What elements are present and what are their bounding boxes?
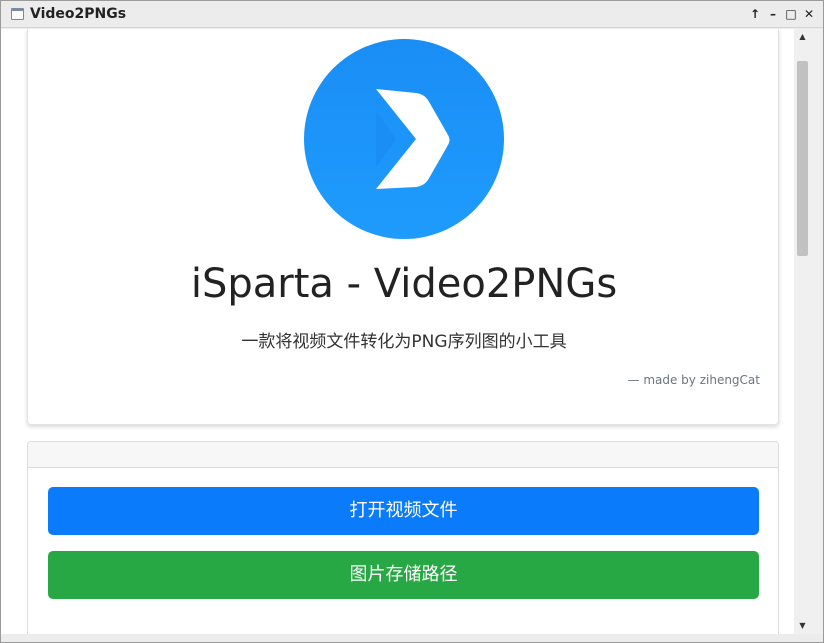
maximize-icon[interactable]: □	[785, 7, 797, 21]
app-logo	[304, 39, 504, 239]
app-window: Video2PNGs ↑ – □ ✕ iSparta - Video2PNGs …	[0, 0, 824, 643]
keep-above-icon[interactable]: ↑	[749, 7, 761, 21]
minimize-icon[interactable]: –	[767, 7, 779, 21]
actions-card: 打开视频文件 图片存储路径	[27, 441, 779, 634]
scroll-thumb[interactable]	[797, 61, 808, 256]
vertical-scrollbar[interactable]: ▲ ▼	[794, 29, 823, 634]
open-video-button[interactable]: 打开视频文件	[48, 487, 759, 535]
app-subtitle: 一款将视频文件转化为PNG序列图的小工具	[241, 332, 567, 352]
save-path-button[interactable]: 图片存储路径	[48, 551, 759, 599]
app-title: iSparta - Video2PNGs	[190, 261, 618, 307]
content-viewport: iSparta - Video2PNGs 一款将视频文件转化为PNG序列图的小工…	[1, 29, 794, 634]
chevron-play-icon	[376, 89, 450, 189]
scroll-down-icon[interactable]: ▼	[794, 618, 811, 634]
window-controls: ↑ – □ ✕	[749, 7, 815, 21]
scroll-up-icon[interactable]: ▲	[794, 29, 811, 45]
hero-card: iSparta - Video2PNGs 一款将视频文件转化为PNG序列图的小工…	[27, 29, 779, 425]
window-title: Video2PNGs	[30, 6, 127, 22]
credit-text: — made by zihengCat	[627, 373, 761, 387]
actions-card-header	[28, 442, 778, 468]
close-icon[interactable]: ✕	[803, 7, 815, 21]
title-bar[interactable]: Video2PNGs ↑ – □ ✕	[1, 1, 823, 28]
window-icon	[11, 8, 24, 20]
